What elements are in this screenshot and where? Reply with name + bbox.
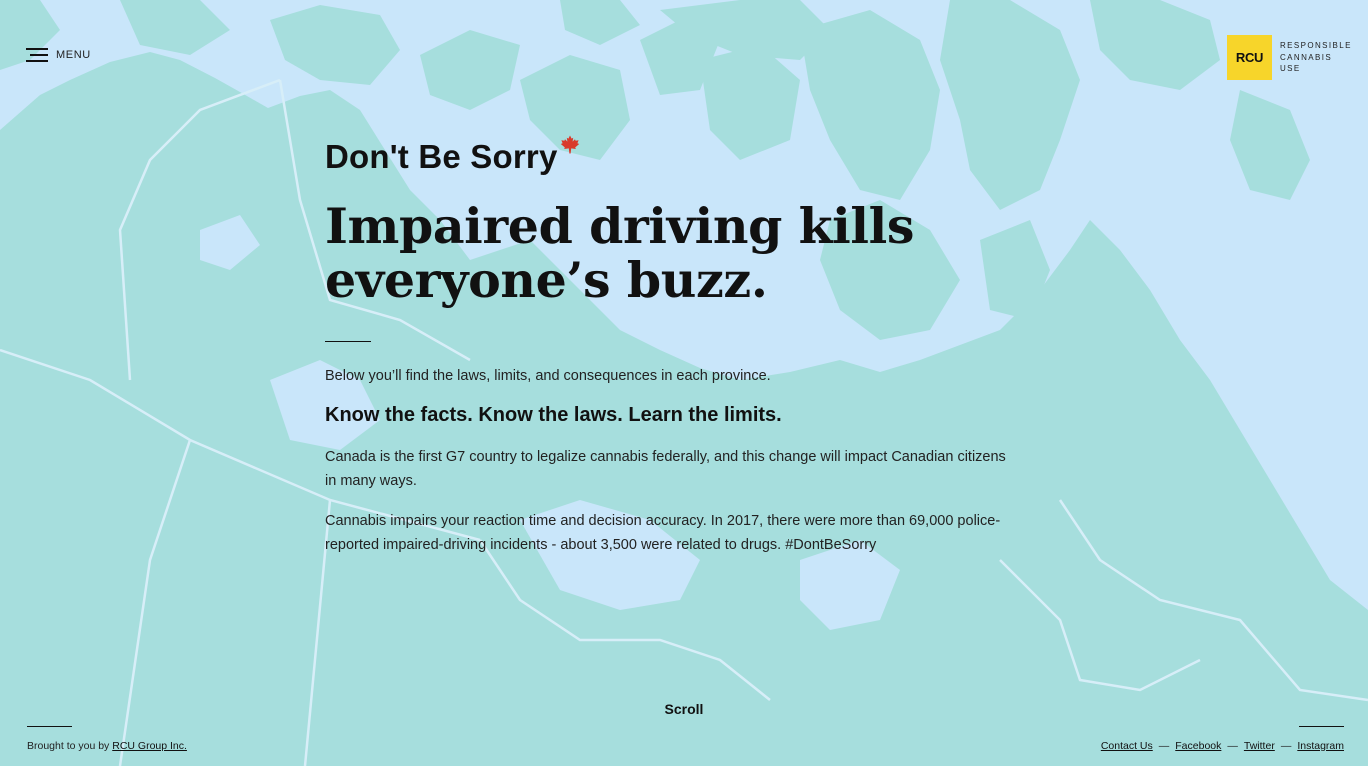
headline-line-2: everyone’s buzz.	[325, 251, 768, 309]
menu-label: MENU	[56, 49, 91, 61]
footer-credit: Brought to you by RCU Group Inc.	[27, 726, 187, 752]
scroll-indicator: Scroll	[0, 701, 1368, 717]
footer-right-rule	[1299, 726, 1344, 727]
hero-content: Don't Be Sorry Impaired driving kills ev…	[325, 135, 1025, 557]
separator: —	[1280, 740, 1292, 752]
subheading: Know the facts. Know the laws. Learn the…	[325, 404, 782, 426]
logo-line-1: RESPONSIBLE	[1280, 41, 1352, 51]
logo-line-3: USE	[1280, 64, 1301, 74]
twitter-link[interactable]: Twitter	[1244, 740, 1275, 752]
separator: —	[1227, 740, 1238, 752]
intro-text: Below you’ll find the laws, limits, and …	[325, 368, 771, 384]
headline-line-1: Impaired driving kills	[325, 197, 915, 255]
facebook-link[interactable]: Facebook	[1175, 740, 1221, 752]
scroll-button[interactable]: Scroll	[665, 701, 704, 717]
separator: —	[1158, 740, 1170, 752]
menu-button[interactable]: MENU	[24, 47, 91, 63]
paragraph-legalization: Canada is the first G7 country to legali…	[325, 449, 1006, 489]
paragraph-statistics: Cannabis impairs your reaction time and …	[325, 513, 1001, 553]
logo-mark: RCU	[1227, 35, 1272, 80]
logo-wordmark: RESPONSIBLE CANNABIS USE	[1280, 40, 1352, 75]
hamburger-icon	[24, 47, 48, 63]
eyebrow-row: Don't Be Sorry	[325, 135, 1025, 179]
footer-left-rule	[27, 726, 72, 727]
divider	[325, 341, 371, 342]
footer-links: Contact Us — Facebook — Twitter — Instagram	[1101, 726, 1344, 752]
contact-us-link[interactable]: Contact Us	[1101, 740, 1153, 752]
instagram-link[interactable]: Instagram	[1297, 740, 1344, 752]
logo-line-2: CANNABIS	[1280, 52, 1333, 62]
rcu-group-link[interactable]: RCU Group Inc.	[112, 740, 187, 752]
maple-leaf-icon	[560, 135, 579, 154]
credit-prefix: Brought to you by	[27, 740, 110, 752]
headline: Impaired driving kills everyone’s buzz.	[325, 199, 1025, 307]
eyebrow-title: Don't Be Sorry	[325, 138, 558, 175]
rcu-logo[interactable]: RCU RESPONSIBLE CANNABIS USE	[1227, 35, 1352, 80]
